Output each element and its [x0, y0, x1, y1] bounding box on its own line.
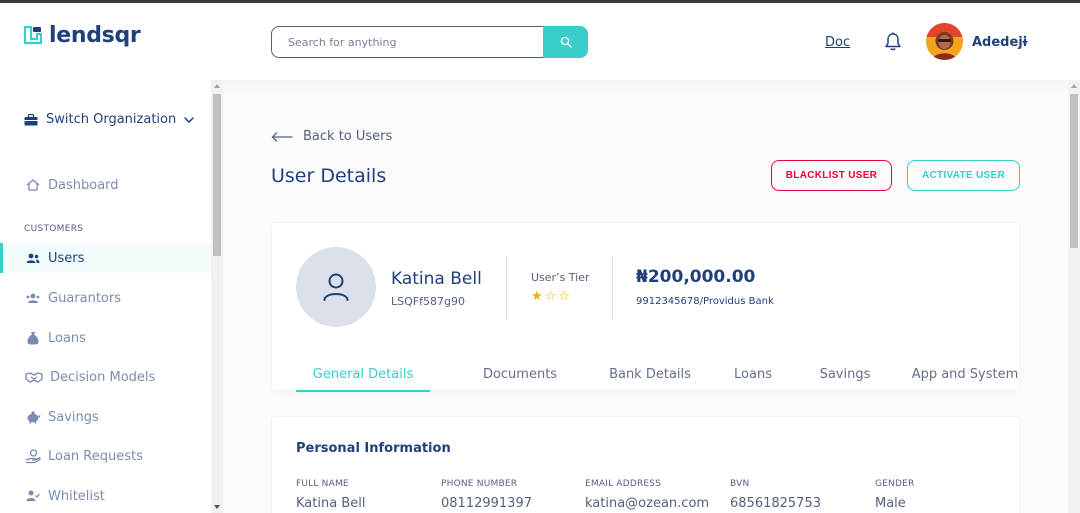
search-icon: [560, 36, 572, 48]
users-icon: [25, 253, 41, 264]
sidebar-item-whitelist[interactable]: Whitelist: [0, 481, 211, 511]
sidebar-item-label: Guarantors: [48, 290, 121, 306]
profile-name: Katina Bell: [391, 269, 482, 289]
search-button[interactable]: [543, 26, 588, 58]
doc-link[interactable]: Doc: [825, 35, 850, 50]
chevron-down-icon: [184, 116, 194, 123]
field-value: 08112991397: [441, 496, 532, 511]
field-bvn: BVN 68561825753: [730, 479, 821, 511]
bank-account-info: 9912345678/Providus Bank: [636, 296, 774, 307]
switch-organization-dropdown[interactable]: Switch Organization: [24, 112, 194, 127]
personal-information-title: Personal Information: [296, 441, 451, 456]
field-gender: GENDER Male: [875, 479, 914, 511]
tab-documents[interactable]: Documents: [460, 360, 580, 392]
sidebar-item-dashboard[interactable]: Dashboard: [0, 170, 211, 200]
sidebar-item-savings[interactable]: Savings: [0, 402, 211, 432]
sidebar-item-label: Dashboard: [48, 177, 119, 193]
field-phone-number: PHONE NUMBER 08112991397: [441, 479, 532, 511]
sidebar: Switch Organization Dashboard CUSTOMERS …: [0, 80, 211, 513]
user-tier-stars: ★ ☆ ☆: [531, 290, 570, 304]
user-tier-label: User’s Tier: [531, 271, 590, 284]
guarantors-icon: [25, 293, 41, 304]
tab-loans[interactable]: Loans: [708, 360, 798, 392]
star-empty-icon: ☆: [544, 289, 557, 304]
field-value: Katina Bell: [296, 496, 366, 511]
field-label: BVN: [730, 479, 750, 489]
sidebar-item-label: Whitelist: [48, 488, 105, 504]
activate-user-button[interactable]: ACTIVATE USER: [907, 160, 1020, 191]
sidebar-item-label: Savings: [48, 409, 99, 425]
sidebar-scrollbar-thumb[interactable]: [213, 94, 221, 256]
home-icon: [25, 179, 41, 191]
star-filled-icon: ★: [531, 289, 543, 304]
sidebar-item-label: Users: [48, 250, 85, 266]
field-value: katina@ozean.com: [585, 496, 710, 511]
field-label: PHONE NUMBER: [441, 479, 518, 489]
blacklist-user-button[interactable]: BLACKLIST USER: [771, 160, 892, 191]
handshake-icon: [25, 371, 43, 383]
page-title: User Details: [271, 165, 387, 187]
sidebar-item-users[interactable]: Users: [0, 243, 211, 273]
sidebar-section-customers: CUSTOMERS: [24, 224, 84, 234]
personal-information-card: Personal Information FULL NAME Katina Be…: [271, 416, 1020, 513]
sidebar-item-decision-models[interactable]: Decision Models: [0, 362, 211, 392]
back-to-users-link[interactable]: Back to Users: [271, 129, 392, 144]
profile-divider: [612, 256, 613, 320]
profile-id: LSQFf587g90: [391, 295, 465, 308]
user-profile-card: Katina Bell LSQFf587g90 User’s Tier ★ ☆ …: [271, 222, 1020, 392]
field-label: EMAIL ADDRESS: [585, 479, 662, 489]
field-email-address: EMAIL ADDRESS katina@ozean.com: [585, 479, 709, 511]
profile-tabs: General Details Documents Bank Details L…: [296, 360, 1018, 392]
lendsqr-logo[interactable]: lendsqr: [24, 23, 141, 48]
user-name[interactable]: Adedeji: [972, 35, 1027, 50]
brand-name: lendsqr: [49, 23, 141, 48]
profile-divider: [506, 256, 507, 320]
tab-savings[interactable]: Savings: [800, 360, 890, 392]
user-check-icon: [25, 490, 41, 502]
arrow-left-icon: [271, 131, 293, 142]
briefcase-icon: [24, 113, 38, 126]
scroll-up-arrow-icon[interactable]: [1071, 84, 1077, 88]
scroll-down-arrow-icon[interactable]: [214, 505, 220, 509]
notification-bell-icon[interactable]: [884, 32, 902, 56]
sidebar-item-label: Loans: [48, 330, 86, 346]
loan-request-icon: [25, 448, 41, 464]
sidebar-scrollbar[interactable]: [211, 80, 223, 513]
sack-icon: [25, 331, 41, 345]
lendsqr-logo-icon: [24, 25, 42, 44]
search-input[interactable]: [271, 26, 543, 58]
field-label: FULL NAME: [296, 479, 349, 489]
account-balance: ₦200,000.00: [636, 267, 756, 287]
field-label: GENDER: [875, 479, 915, 489]
main-scrollbar[interactable]: [1068, 80, 1080, 513]
field-value: Male: [875, 496, 906, 511]
field-full-name: FULL NAME Katina Bell: [296, 479, 365, 511]
main-scrollbar-thumb[interactable]: [1070, 94, 1078, 248]
sidebar-item-loan-requests[interactable]: Loan Requests: [0, 441, 211, 471]
piggy-bank-icon: [25, 410, 41, 424]
tab-general-details[interactable]: General Details: [296, 360, 430, 392]
switch-organization-label: Switch Organization: [46, 112, 177, 127]
sidebar-item-guarantors[interactable]: Guarantors: [0, 283, 211, 313]
search-bar: [271, 26, 588, 58]
tab-app-and-system[interactable]: App and System: [900, 360, 1030, 392]
profile-avatar: [296, 247, 376, 327]
field-value: 68561825753: [730, 496, 821, 511]
sidebar-item-label: Loan Requests: [48, 448, 143, 464]
user-placeholder-icon: [323, 273, 349, 301]
sidebar-item-label: Decision Models: [50, 369, 156, 385]
top-header: lendsqr Doc Adedeji: [0, 3, 1080, 80]
tab-bank-details[interactable]: Bank Details: [590, 360, 710, 392]
user-avatar[interactable]: [926, 23, 963, 60]
user-menu-caret-icon[interactable]: [1022, 41, 1028, 45]
back-to-users-label: Back to Users: [303, 129, 393, 144]
star-empty-icon: ☆: [558, 289, 570, 304]
scroll-up-arrow-icon[interactable]: [214, 84, 220, 88]
sidebar-item-loans[interactable]: Loans: [0, 323, 211, 353]
